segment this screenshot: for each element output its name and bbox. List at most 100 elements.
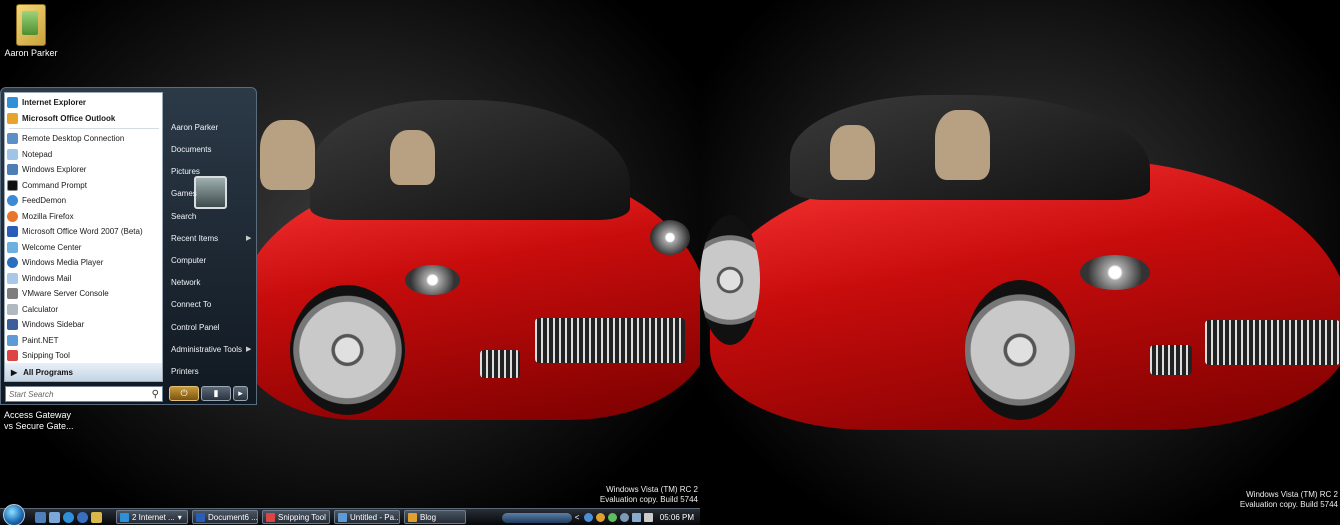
- task-snipping-tool[interactable]: Snipping Tool: [262, 510, 330, 524]
- recent-welcome-center[interactable]: Welcome Center: [7, 240, 161, 255]
- task-blog[interactable]: Blog: [404, 510, 466, 524]
- recent-feeddemon[interactable]: FeedDemon: [7, 193, 161, 208]
- start-right-pictures[interactable]: Pictures: [171, 167, 200, 176]
- remote-desktop-icon: [7, 133, 18, 144]
- recent-items-arrow-icon: ▶: [246, 235, 252, 242]
- lock-icon[interactable]: [91, 511, 102, 523]
- network-connection-icon[interactable]: [631, 513, 641, 522]
- start-right-games[interactable]: Games: [171, 189, 197, 198]
- word-icon: [7, 226, 18, 237]
- task-document6[interactable]: Document6 ...: [192, 510, 258, 524]
- notepad-icon: [7, 148, 18, 160]
- start-orb-button[interactable]: [3, 503, 25, 525]
- partial-desktop-icon-label[interactable]: Access Gateway vs Secure Gate...: [4, 410, 74, 432]
- start-menu-programs-pane: Internet Explorer Microsoft Office Outlo…: [4, 92, 163, 382]
- paint-net-icon: [7, 334, 18, 346]
- snipping-tool-icon: [7, 350, 18, 361]
- triangle-right-icon: ▶: [11, 367, 18, 377]
- command-prompt-icon: [7, 179, 18, 191]
- power-button[interactable]: ⏻: [169, 386, 199, 401]
- start-right-search[interactable]: Search: [171, 212, 196, 221]
- messenger-icon[interactable]: [595, 513, 605, 522]
- shutdown-options-button[interactable]: ▸: [233, 386, 248, 401]
- sidebar-icon: [7, 319, 18, 330]
- start-right-documents[interactable]: Documents: [171, 145, 211, 154]
- calculator-icon: [7, 303, 18, 315]
- task-internet-explorer[interactable]: 2 Internet ... ▾: [116, 510, 188, 524]
- search-icon[interactable]: ⚲: [152, 389, 159, 400]
- internet-explorer-icon: [120, 512, 129, 522]
- firefox-icon: [7, 210, 18, 222]
- recent-remote-desktop[interactable]: Remote Desktop Connection: [7, 131, 161, 146]
- power-icon: ⏻: [180, 388, 188, 398]
- user-picture[interactable]: [194, 176, 227, 209]
- vmware-icon: [7, 288, 18, 299]
- recent-media-player[interactable]: Windows Media Player: [7, 255, 161, 270]
- user-folder-icon: [16, 4, 46, 46]
- vista-watermark-right: Windows Vista (TM) RC 2 Evaluation copy.…: [1239, 490, 1338, 509]
- media-player-icon[interactable]: [77, 511, 88, 523]
- start-right-user[interactable]: Aaron Parker: [171, 123, 218, 132]
- separator: [9, 128, 159, 129]
- internet-explorer-icon[interactable]: [63, 511, 74, 523]
- feeddemon-icon: [7, 195, 18, 206]
- recent-vmware-console[interactable]: VMware Server Console: [7, 286, 161, 301]
- paint-icon: [338, 512, 347, 522]
- network-icon[interactable]: [583, 513, 593, 522]
- recent-firefox[interactable]: Mozilla Firefox: [7, 209, 161, 224]
- system-tray: < 05:06 PM: [501, 509, 700, 525]
- start-right-control-panel[interactable]: Control Panel: [171, 323, 219, 332]
- pinned-internet-explorer[interactable]: Internet Explorer: [7, 95, 161, 110]
- taskbar: 2 Internet ... ▾ Document6 ... Snipping …: [0, 503, 700, 525]
- outlook-icon: [7, 113, 18, 124]
- start-menu: Internet Explorer Microsoft Office Outlo…: [0, 87, 257, 405]
- task-untitled-paint[interactable]: Untitled - Pa...: [334, 510, 400, 524]
- snipping-tool-icon: [266, 512, 275, 522]
- right-monitor-desktop: Windows Vista (TM) RC 2 Evaluation copy.…: [700, 0, 1340, 525]
- start-right-connect-to[interactable]: Connect To: [171, 300, 211, 309]
- media-controls-icon[interactable]: [501, 512, 572, 523]
- start-right-admin-tools[interactable]: Administrative Tools: [171, 345, 242, 354]
- recent-calculator[interactable]: Calculator: [7, 302, 161, 317]
- recent-command-prompt[interactable]: Command Prompt: [7, 178, 161, 193]
- quick-launch: [35, 511, 102, 523]
- car-wallpaper-right: [700, 80, 1340, 480]
- start-right-recent-items[interactable]: Recent Items: [171, 234, 218, 243]
- volume-icon[interactable]: [643, 513, 653, 522]
- pinned-outlook[interactable]: Microsoft Office Outlook: [7, 111, 161, 126]
- user-status-icon[interactable]: [607, 513, 617, 522]
- start-right-computer[interactable]: Computer: [171, 256, 206, 265]
- arrow-right-icon: ▸: [238, 388, 243, 398]
- sync-icon[interactable]: [619, 513, 629, 522]
- windows-explorer-icon[interactable]: [49, 511, 60, 523]
- word-icon: [196, 512, 205, 522]
- chevron-left-icon[interactable]: <: [575, 513, 581, 522]
- clock[interactable]: 05:06 PM: [660, 513, 694, 522]
- vista-watermark-left: Windows Vista (TM) RC 2 Evaluation copy.…: [599, 485, 698, 504]
- internet-explorer-icon: [7, 97, 18, 108]
- windows-explorer-icon: [7, 164, 18, 175]
- lock-icon: ▮: [213, 388, 219, 398]
- recent-paint-net[interactable]: Paint.NET: [7, 333, 161, 348]
- start-right-network[interactable]: Network: [171, 278, 200, 287]
- lock-button[interactable]: ▮: [201, 386, 231, 401]
- power-controls: ⏻ ▮ ▸: [169, 386, 248, 401]
- start-right-printers[interactable]: Printers: [171, 367, 199, 376]
- all-programs-button[interactable]: ▶ All Programs: [5, 363, 162, 381]
- show-desktop-icon[interactable]: [35, 511, 46, 523]
- welcome-center-icon: [7, 241, 18, 253]
- chevron-down-icon: ▾: [177, 512, 182, 522]
- mail-icon: [7, 272, 18, 284]
- recent-windows-sidebar[interactable]: Windows Sidebar: [7, 317, 161, 332]
- blog-icon: [408, 512, 417, 522]
- user-folder-desktop-icon[interactable]: Aaron Parker: [2, 4, 60, 58]
- recent-windows-explorer[interactable]: Windows Explorer: [7, 162, 161, 177]
- car-wallpaper-left: [200, 80, 700, 460]
- start-search-input[interactable]: Start Search ⚲: [5, 386, 163, 402]
- recent-notepad[interactable]: Notepad: [7, 147, 161, 162]
- recent-windows-mail[interactable]: Windows Mail: [7, 271, 161, 286]
- left-monitor-desktop: Aaron Parker Access Gateway vs Secure Ga…: [0, 0, 700, 525]
- recent-snipping-tool[interactable]: Snipping Tool: [7, 348, 161, 363]
- media-player-icon: [7, 257, 18, 268]
- recent-word-2007[interactable]: Microsoft Office Word 2007 (Beta): [7, 224, 161, 239]
